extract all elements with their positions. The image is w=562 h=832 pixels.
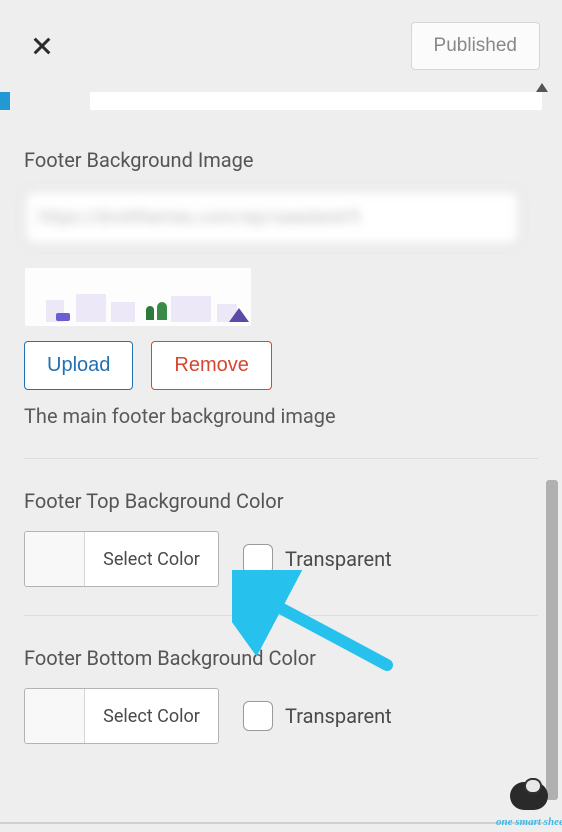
bg-image-description: The main footer background image <box>24 404 538 459</box>
top-transparent-checkbox[interactable] <box>243 544 273 574</box>
settings-panel: Published Footer Background Image https:… <box>0 0 562 782</box>
bottom-transparent-checkbox[interactable] <box>243 701 273 731</box>
close-icon <box>31 35 53 57</box>
bottom-bg-color-section: Footer Bottom Background Color Select Co… <box>24 646 538 772</box>
tab-strip <box>0 92 562 110</box>
active-tab-indicator <box>0 92 10 110</box>
published-button[interactable]: Published <box>411 22 540 70</box>
top-bar: Published <box>0 10 562 92</box>
bottom-transparent-label: Transparent <box>285 704 392 728</box>
top-bg-color-section: Footer Top Background Color Select Color… <box>24 489 538 616</box>
bottom-select-color-button[interactable]: Select Color <box>24 688 219 744</box>
image-actions: Upload Remove <box>24 341 538 390</box>
scrollbar[interactable] <box>546 480 558 800</box>
bottom-color-swatch <box>25 689 85 743</box>
bottom-select-color-label: Select Color <box>85 689 218 743</box>
options-panel: Footer Background Image https://droitthe… <box>0 110 562 782</box>
tab-content-edge <box>90 92 542 110</box>
upload-button[interactable]: Upload <box>24 341 133 390</box>
watermark-logo: one smart sheep <box>496 778 556 830</box>
top-select-color-button[interactable]: Select Color <box>24 531 219 587</box>
bottom-divider <box>0 822 544 824</box>
scroll-up-arrow-icon[interactable] <box>536 83 548 92</box>
bg-image-preview <box>24 267 252 327</box>
bg-image-url-input[interactable]: https://droitthemes.com/wp/saasland-fi <box>24 190 520 245</box>
bottom-bg-color-title: Footer Bottom Background Color <box>24 646 538 670</box>
top-bg-color-title: Footer Top Background Color <box>24 489 538 513</box>
close-button[interactable] <box>28 32 56 60</box>
watermark-text: one smart sheep <box>496 816 562 828</box>
top-transparent-label: Transparent <box>285 547 392 571</box>
top-color-swatch <box>25 532 85 586</box>
remove-button[interactable]: Remove <box>151 341 271 390</box>
bg-image-title: Footer Background Image <box>24 148 538 172</box>
top-select-color-label: Select Color <box>85 532 218 586</box>
